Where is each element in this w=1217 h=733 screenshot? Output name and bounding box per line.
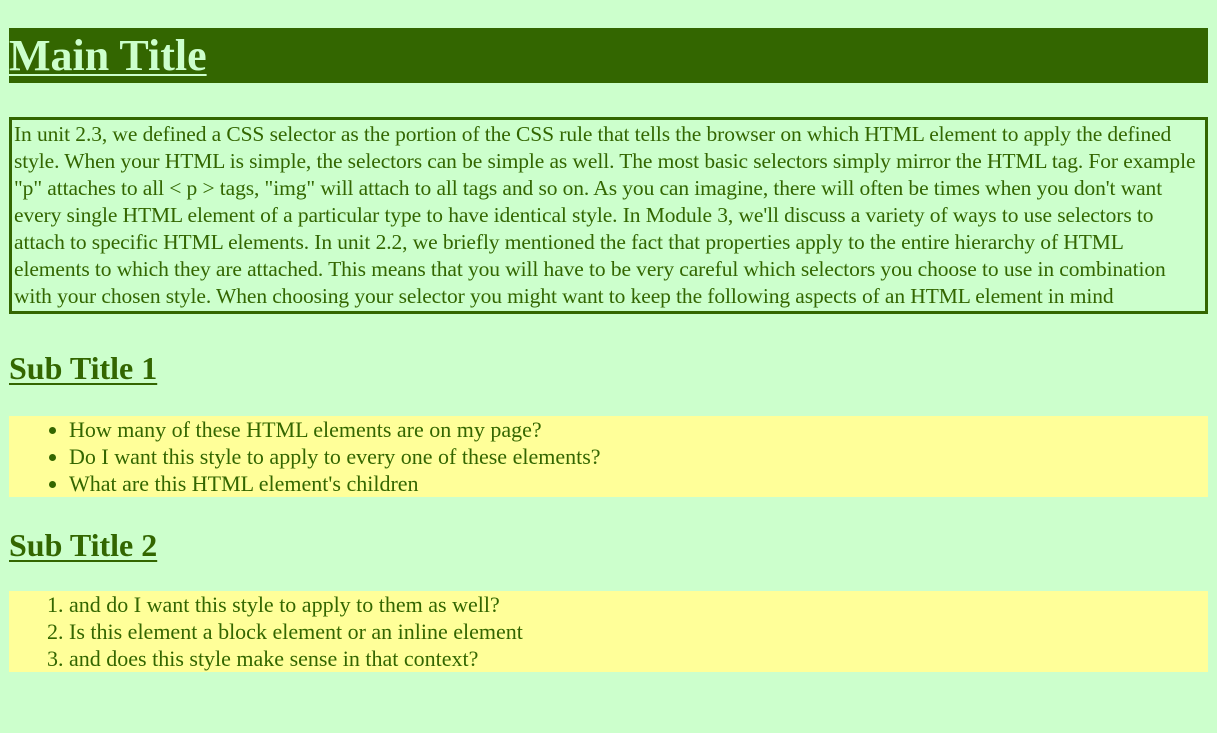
numbered-list: and do I want this style to apply to the… — [9, 591, 1208, 672]
intro-paragraph: In unit 2.3, we defined a CSS selector a… — [9, 117, 1208, 314]
list-item: How many of these HTML elements are on m… — [69, 416, 1208, 443]
list-item: Do I want this style to apply to every o… — [69, 443, 1208, 470]
list-item: Is this element a block element or an in… — [69, 618, 1208, 645]
sub-title-2: Sub Title 2 — [9, 527, 158, 563]
list-item: and does this style make sense in that c… — [69, 645, 1208, 672]
list-item: What are this HTML element's children — [69, 470, 1208, 497]
list-item: and do I want this style to apply to the… — [69, 591, 1208, 618]
bullet-list: How many of these HTML elements are on m… — [9, 416, 1208, 497]
main-title: Main Title — [9, 28, 1208, 83]
page-content: Main Title In unit 2.3, we defined a CSS… — [9, 28, 1208, 672]
sub-title-1: Sub Title 1 — [9, 350, 158, 386]
